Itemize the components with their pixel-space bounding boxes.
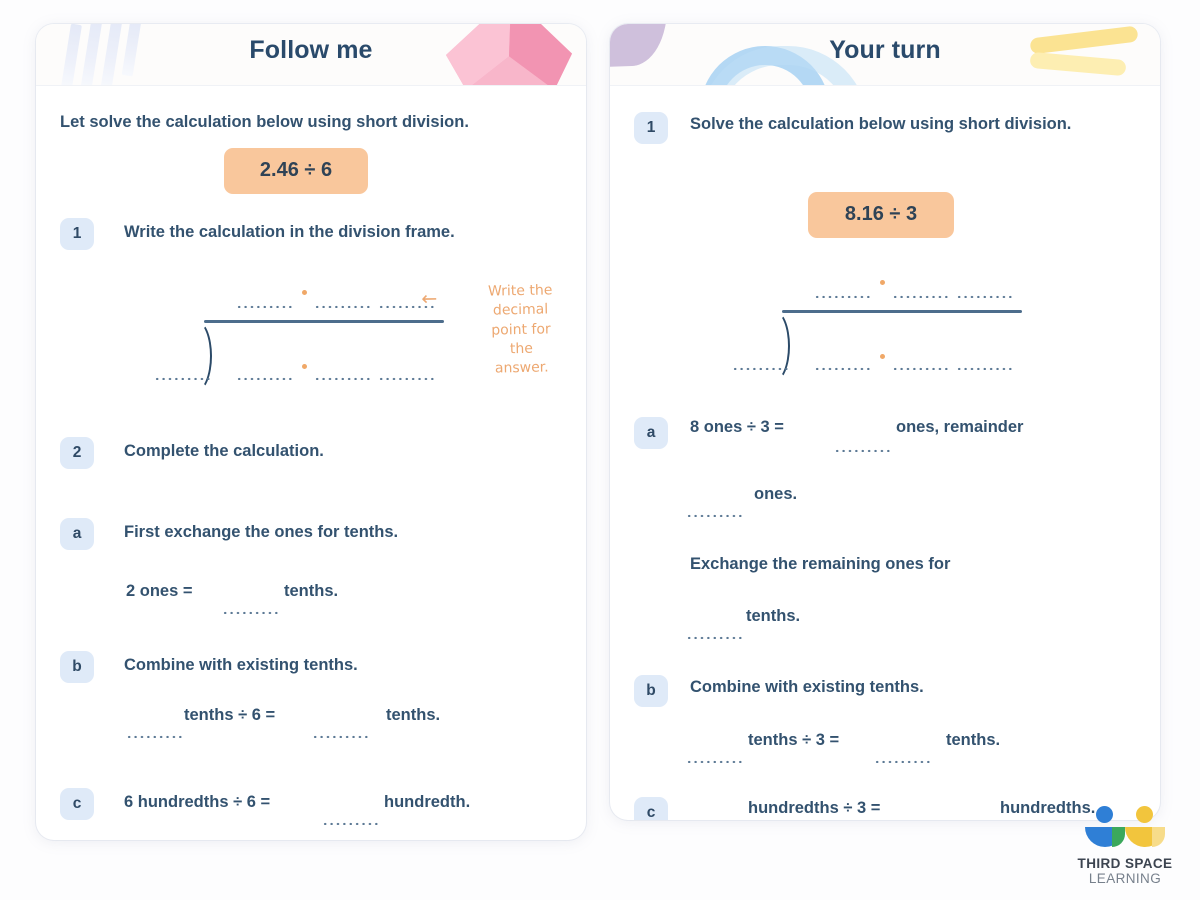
- left-step-1-badge: 1: [60, 218, 94, 250]
- right-division-bar: [782, 310, 1022, 313]
- dividend-blank-2: [314, 376, 370, 380]
- left-calculation-pill: 2.46 ÷ 6: [224, 148, 368, 194]
- quotient-blank-2: [314, 304, 370, 308]
- right-b-line-suffix: tenths.: [946, 731, 1001, 749]
- right-dividend-blank-1: [814, 366, 870, 370]
- note-line-1: Write the: [487, 282, 553, 300]
- right-a-line2-suffix: ones.: [754, 485, 798, 503]
- right-dividend-decimal-dot: [880, 354, 885, 359]
- left-step-a-badge: a: [60, 518, 94, 550]
- quotient-decimal-dot: [302, 290, 307, 295]
- left-step-1-text: Write the calculation in the division fr…: [124, 223, 455, 241]
- left-b-line-blank-2: [312, 734, 368, 738]
- division-bar: [204, 320, 444, 323]
- logo-mark-icon: [1083, 806, 1167, 852]
- quotient-blank-1: [236, 304, 292, 308]
- right-c-line-middle: hundredths ÷ 3 =: [748, 799, 881, 817]
- division-frame: [136, 276, 456, 392]
- dividend-blank-3: [378, 376, 434, 380]
- left-card-body: Let solve the calculation below using sh…: [36, 86, 586, 840]
- dividend-blank-1: [236, 376, 292, 380]
- worksheet-page: Follow me Let solve the calculation belo…: [0, 0, 1200, 900]
- logo-line-1: THIRD SPACE: [1077, 856, 1173, 871]
- right-divisor-blank: [732, 366, 788, 370]
- left-c-line-prefix: 6 hundredths ÷ 6 =: [124, 793, 271, 811]
- dividend-decimal-dot: [302, 364, 307, 369]
- left-card-header: Follow me: [36, 24, 586, 86]
- note-line-4: the: [509, 340, 534, 358]
- left-c-line-suffix: hundredth.: [384, 793, 471, 811]
- right-quotient-blank-1: [814, 294, 870, 298]
- left-a-line-blank: [222, 610, 278, 614]
- right-step-1-text: Solve the calculation below using short …: [690, 115, 1072, 133]
- right-calculation-pill: 8.16 ÷ 3: [808, 192, 954, 238]
- logo-line-2: LEARNING: [1088, 871, 1162, 886]
- left-b-line-suffix: tenths.: [386, 706, 441, 724]
- left-arrow-icon: ←: [421, 287, 438, 311]
- note-line-2: decimal: [492, 301, 549, 319]
- right-step-a-badge: a: [634, 417, 668, 449]
- left-step-2-badge: 2: [60, 437, 94, 469]
- division-bracket: [186, 320, 212, 392]
- right-a-line1-blank: [834, 448, 890, 452]
- right-quotient-blank-2: [892, 294, 948, 298]
- right-b-line-blank-2: [874, 759, 930, 763]
- right-a-line2-blank: [686, 513, 742, 517]
- right-dividend-blank-3: [956, 366, 1012, 370]
- left-b-line-blank-1: [126, 734, 182, 738]
- left-step-b-badge: b: [60, 651, 94, 683]
- left-step-2-text: Complete the calculation.: [124, 442, 324, 460]
- left-step-c-badge: c: [60, 788, 94, 820]
- left-step-a-text: First exchange the ones for tenths.: [124, 523, 399, 541]
- divisor-blank: [154, 376, 210, 380]
- right-dividend-blank-2: [892, 366, 948, 370]
- right-a-line4-blank: [686, 635, 742, 639]
- right-b-line-middle: tenths ÷ 3 =: [748, 731, 840, 749]
- right-a-line3-text: Exchange the remaining ones for: [690, 555, 951, 573]
- left-card-title: Follow me: [249, 36, 373, 64]
- right-b-line-blank-1: [686, 759, 742, 763]
- right-a-line1-prefix: 8 ones ÷ 3 =: [690, 418, 784, 436]
- right-step-1-badge: 1: [634, 112, 668, 144]
- right-quotient-blank-3: [956, 294, 1012, 298]
- left-a-line-prefix: 2 ones =: [126, 582, 193, 600]
- right-card-header: Your turn: [610, 24, 1160, 86]
- left-c-line-blank: [322, 821, 378, 825]
- right-quotient-decimal-dot: [880, 280, 885, 285]
- right-step-c-badge: c: [634, 797, 668, 820]
- right-step-b-badge: b: [634, 675, 668, 707]
- left-intro-text: Let solve the calculation below using sh…: [60, 113, 469, 131]
- right-card-body: 1 Solve the calculation below using shor…: [610, 86, 1160, 820]
- right-a-line1-suffix: ones, remainder: [896, 418, 1024, 436]
- your-turn-card: Your turn 1 Solve the calculation below …: [610, 24, 1160, 820]
- right-division-frame: [712, 266, 1032, 382]
- left-a-line-suffix: tenths.: [284, 582, 339, 600]
- third-space-learning-logo: THIRD SPACE LEARNING: [1066, 806, 1184, 886]
- right-a-line4-suffix: tenths.: [746, 607, 801, 625]
- follow-me-card: Follow me Let solve the calculation belo…: [36, 24, 586, 840]
- note-line-5: answer.: [494, 359, 549, 377]
- left-b-line-middle: tenths ÷ 6 =: [184, 706, 276, 724]
- right-step-b-text: Combine with existing tenths.: [690, 678, 924, 696]
- handwritten-note: ← Write the decimal point for the answer…: [421, 281, 577, 380]
- left-step-b-text: Combine with existing tenths.: [124, 656, 358, 674]
- right-division-bracket: [764, 310, 790, 382]
- right-card-title: Your turn: [829, 36, 941, 64]
- note-line-3: point for: [491, 321, 551, 339]
